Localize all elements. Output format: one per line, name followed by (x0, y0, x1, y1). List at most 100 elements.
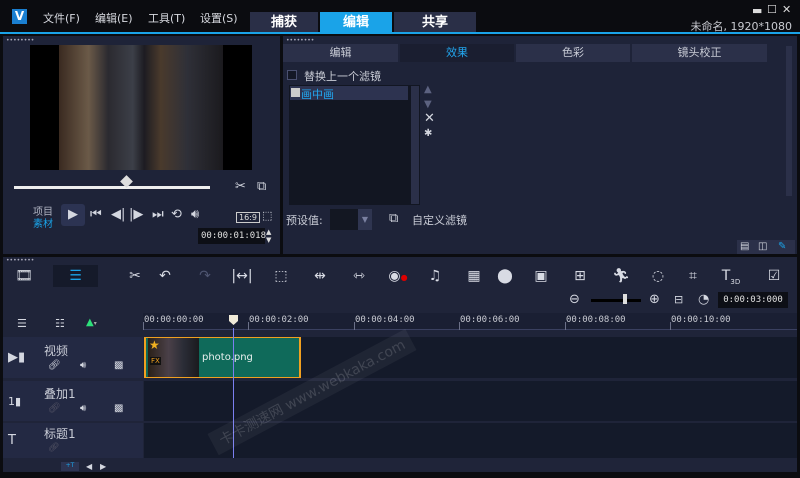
panel-grip[interactable]: •••••••• (6, 258, 34, 264)
custom-filter-button[interactable]: 自定义滤镜 (412, 212, 467, 228)
motion-icon[interactable]: ⬤ (494, 266, 516, 286)
tab-share[interactable]: 共享 (394, 12, 476, 33)
video-track-icon: ▶▮ (8, 350, 26, 365)
menu-settings[interactable]: 设置(S) (200, 10, 238, 26)
scissors-icon[interactable]: ✂ (235, 179, 246, 195)
customize-filter-icon[interactable]: ✱ (424, 126, 432, 142)
replace-filter-label: 替换上一个滤镜 (304, 70, 381, 83)
split-clip-icon[interactable]: ⇹ (309, 266, 331, 286)
link-icon[interactable]: 🔗︎ (48, 401, 61, 417)
ripple-edit-icon[interactable]: ▩ (114, 401, 123, 417)
storyboard-view-button[interactable]: ☰ (53, 265, 98, 287)
clip-name: photo.png (202, 352, 253, 363)
tab-capture[interactable]: 捕获 (250, 12, 318, 33)
copy-icon[interactable]: ⧉ (257, 179, 266, 195)
timeline-view-icon[interactable]: 🎞︎ (13, 266, 35, 286)
timecode-stepper[interactable]: ▲ ▼ (266, 228, 271, 244)
multicam-icon[interactable]: ▦ (463, 266, 485, 286)
scroll-right-icon[interactable]: ▶ (100, 459, 106, 475)
link-icon[interactable]: 🔗︎ (48, 440, 59, 456)
tools-icon[interactable]: ✂ (124, 266, 146, 286)
video-clip[interactable]: ★ FX photo.png (144, 337, 301, 378)
tab-edit[interactable]: 编辑 (320, 12, 392, 33)
home-button[interactable]: ⏮ (90, 207, 102, 223)
add-marker-icon[interactable]: ▲▾ (86, 317, 97, 328)
panel-scrollbar[interactable] (786, 46, 792, 196)
repeat-button[interactable]: ⟲ (171, 207, 182, 223)
zoom-out-icon[interactable]: ⊖ (569, 292, 580, 308)
play-button[interactable]: ▶ (61, 204, 85, 226)
zoom-slider-handle[interactable] (623, 294, 627, 304)
mute-icon[interactable]: 🔊︎ (80, 358, 86, 374)
preset-dropdown[interactable]: ▼ (330, 209, 372, 230)
ruler-label: 00:00:02:00 (249, 315, 309, 325)
volume-button[interactable]: 🔊︎ (191, 207, 199, 223)
custom-filter-icon[interactable]: ⧉ (389, 211, 398, 227)
ruler-tick (670, 322, 671, 330)
overlay-track-icon: 1▮ (8, 395, 22, 408)
add-track-button[interactable]: +T (61, 462, 79, 471)
split-screen-icon[interactable]: ⊞ (569, 266, 591, 286)
menu-edit[interactable]: 编辑(E) (95, 10, 133, 26)
undo-icon[interactable]: ↶ (154, 266, 176, 286)
menu-tools[interactable]: 工具(T) (148, 10, 185, 26)
fit-project-icon[interactable]: ⊟ (674, 292, 683, 308)
favorite-star-icon: ★ (149, 338, 160, 352)
crop-icon[interactable]: ⬚ (270, 266, 292, 286)
audio-mixer-icon[interactable]: ♫ (424, 266, 446, 286)
split-view-icon[interactable]: ◫ (758, 239, 767, 255)
filter-list[interactable] (289, 85, 420, 205)
delete-filter-icon[interactable]: ✕ (424, 111, 435, 127)
track-name: 叠加1 (44, 387, 76, 401)
edit-view-icon[interactable]: ✎ (778, 239, 786, 255)
ruler-label: 00:00:04:00 (355, 315, 415, 325)
menu-file[interactable]: 文件(F) (43, 10, 80, 26)
fullscreen-icon[interactable]: ⬚ (262, 208, 272, 224)
subtitle-icon[interactable]: ▣ (530, 266, 552, 286)
maximize-button[interactable]: ☐ (767, 3, 777, 16)
move-up-icon[interactable]: ▲ (424, 82, 432, 98)
chapter-icon[interactable]: ☷ (55, 316, 65, 332)
track-name: 视频 (44, 344, 69, 358)
library-view-icon[interactable]: ▤ (740, 239, 749, 255)
fit-timeline-icon[interactable]: |↔| (231, 266, 253, 286)
mask-icon[interactable]: ◌ (647, 266, 669, 286)
tab-options-edit[interactable]: 编辑 (283, 44, 398, 62)
panel-grip[interactable]: •••••••• (6, 38, 34, 44)
speed-icon[interactable]: 🏃︎ (610, 266, 632, 286)
replace-filter-checkbox[interactable] (287, 70, 297, 80)
track-manager-icon[interactable]: ☰ (17, 316, 27, 332)
filter-list-item[interactable]: 画中画 (290, 86, 408, 101)
zoom-in-icon[interactable]: ⊕ (649, 292, 660, 308)
clip-mode-label[interactable]: 素材 (33, 215, 53, 230)
redo-icon[interactable]: ↷ (194, 266, 216, 286)
record-capture-icon[interactable]: ◉● (387, 266, 409, 286)
filter-name: 画中画 (301, 88, 334, 101)
tab-options-effects[interactable]: 效果 (400, 44, 514, 62)
timecode-display[interactable]: 00:00:01:018 (198, 228, 266, 244)
link-icon[interactable]: 🔗︎ (48, 358, 61, 374)
scrubber-track[interactable] (14, 186, 210, 189)
minimize-button[interactable]: ▬ (752, 4, 762, 17)
scroll-left-icon[interactable]: ◀ (86, 459, 92, 475)
panel-grip[interactable]: •••••••• (286, 38, 314, 44)
close-button[interactable]: ✕ (782, 3, 791, 16)
tab-options-color[interactable]: 色彩 (516, 44, 630, 62)
fx-badge: FX (150, 357, 161, 365)
prev-frame-button[interactable]: ◀| (111, 207, 125, 223)
app-logo: V (12, 9, 27, 24)
zoom-slider[interactable] (591, 299, 641, 302)
ripple-icon[interactable]: ⇿ (348, 266, 370, 286)
track-motion-icon[interactable]: ⌗ (682, 266, 704, 286)
ripple-edit-icon[interactable]: ▩ (114, 358, 123, 374)
aspect-ratio-button[interactable]: 16:9 (236, 212, 260, 223)
tab-options-lens[interactable]: 镜头校正 (632, 44, 767, 62)
project-duration[interactable]: 0:00:03:000 (718, 292, 788, 308)
filter-list-scrollbar[interactable] (411, 86, 419, 204)
3d-title-icon[interactable]: T3D (720, 266, 742, 286)
end-button[interactable]: ⏭ (152, 207, 164, 223)
batch-edit-icon[interactable]: ☑ (763, 266, 785, 286)
next-frame-button[interactable]: |▶ (129, 207, 143, 223)
mute-icon[interactable]: 🔊︎ (80, 401, 86, 417)
ruler-label: 00:00:06:00 (460, 315, 520, 325)
